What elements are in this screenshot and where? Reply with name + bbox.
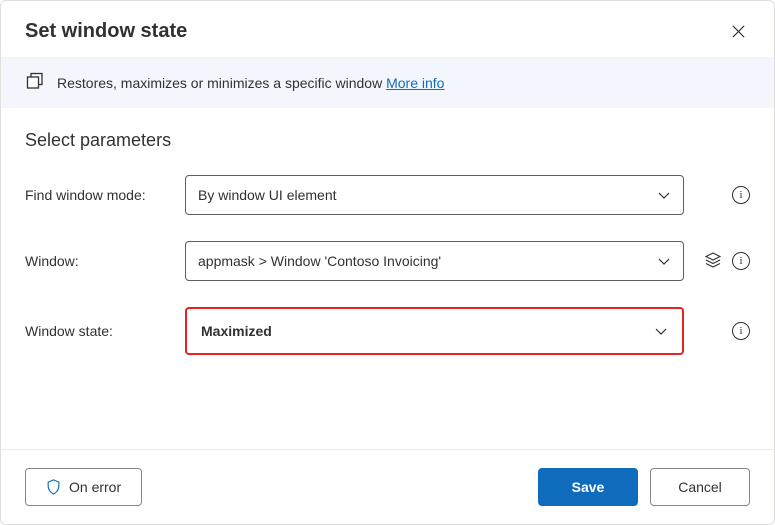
cancel-label: Cancel: [678, 479, 722, 495]
close-button[interactable]: [726, 19, 750, 43]
info-bar: Restores, maximizes or minimizes a speci…: [1, 57, 774, 108]
save-label: Save: [572, 479, 605, 495]
info-icon[interactable]: i: [732, 252, 750, 270]
dialog-footer: On error Save Cancel: [1, 449, 774, 524]
window-copy-icon: [25, 71, 45, 94]
dialog-header: Set window state: [1, 1, 774, 57]
dialog-title: Set window state: [25, 20, 187, 43]
section-title: Select parameters: [25, 130, 750, 151]
param-find-window-mode: Find window mode: By window UI element i: [25, 175, 750, 215]
info-icon[interactable]: i: [732, 186, 750, 204]
param-window-state: Window state: Maximized i: [25, 307, 750, 355]
find-window-mode-select[interactable]: By window UI element: [185, 175, 684, 215]
footer-actions: Save Cancel: [538, 468, 750, 506]
window-label: Window:: [25, 253, 175, 269]
window-select[interactable]: appmask > Window 'Contoso Invoicing': [185, 241, 684, 281]
find-window-mode-label: Find window mode:: [25, 187, 175, 203]
info-description: Restores, maximizes or minimizes a speci…: [57, 75, 444, 91]
param-window: Window: appmask > Window 'Contoso Invoic…: [25, 241, 750, 281]
window-value: appmask > Window 'Contoso Invoicing': [198, 253, 441, 269]
on-error-button[interactable]: On error: [25, 468, 142, 506]
window-state-value: Maximized: [201, 323, 272, 339]
window-state-select[interactable]: Maximized: [185, 307, 684, 355]
find-window-mode-value: By window UI element: [198, 187, 337, 203]
on-error-label: On error: [69, 479, 121, 495]
more-info-link[interactable]: More info: [386, 75, 444, 91]
set-window-state-dialog: Set window state Restores, maximizes or …: [0, 0, 775, 525]
cancel-button[interactable]: Cancel: [650, 468, 750, 506]
chevron-down-icon: [657, 254, 671, 268]
chevron-down-icon: [654, 324, 668, 338]
shield-icon: [46, 479, 61, 495]
dialog-content: Select parameters Find window mode: By w…: [1, 108, 774, 449]
chevron-down-icon: [657, 188, 671, 202]
info-text: Restores, maximizes or minimizes a speci…: [57, 75, 382, 91]
layers-icon[interactable]: [704, 251, 722, 272]
close-icon: [731, 24, 746, 39]
info-icon[interactable]: i: [732, 322, 750, 340]
window-state-label: Window state:: [25, 323, 175, 339]
save-button[interactable]: Save: [538, 468, 638, 506]
